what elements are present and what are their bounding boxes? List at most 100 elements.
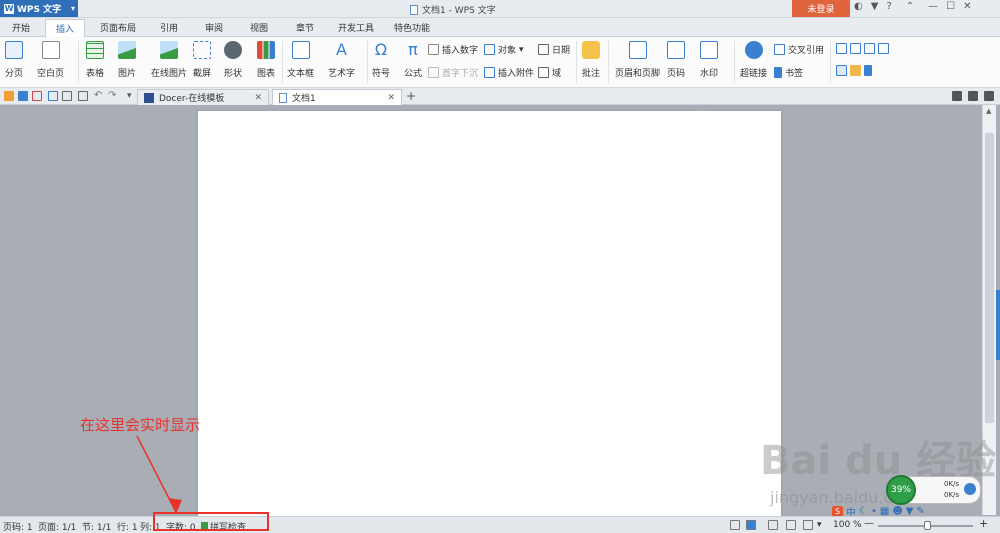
formula-button[interactable]: π 公式 bbox=[404, 41, 422, 80]
page-break-button[interactable]: 分页 bbox=[5, 41, 23, 79]
close-tab-icon[interactable]: ✕ bbox=[387, 93, 395, 103]
close-button[interactable]: ✕ bbox=[963, 1, 971, 12]
tab-menu-icon[interactable] bbox=[968, 91, 978, 101]
tab-document-1[interactable]: 文档1 ✕ bbox=[272, 89, 402, 105]
field-icon bbox=[538, 67, 549, 78]
tab-label: 文档1 bbox=[292, 94, 316, 104]
comment-button[interactable]: 批注 bbox=[582, 41, 600, 79]
full-screen-view-icon[interactable] bbox=[730, 520, 740, 530]
zoom-in-button[interactable]: + bbox=[979, 517, 988, 530]
shirt-icon[interactable]: ▼ bbox=[871, 1, 879, 12]
screenshot-button[interactable]: 截屏 bbox=[193, 41, 211, 79]
object-button[interactable]: 对象 ▾ bbox=[484, 43, 524, 56]
lock-icon[interactable] bbox=[864, 65, 872, 76]
header-footer-icon bbox=[628, 41, 647, 59]
margin-mark bbox=[694, 105, 708, 111]
insert-attachment-button[interactable]: 插入附件 bbox=[484, 66, 534, 79]
customize-toolbar-icon[interactable]: ▾ bbox=[127, 91, 137, 101]
hyperlink-label: 超链接 bbox=[740, 69, 768, 79]
insert-number-button[interactable]: 插入数字 bbox=[428, 43, 478, 56]
undo-icon[interactable]: ↶ bbox=[94, 91, 104, 101]
watermark-button[interactable]: 水印 bbox=[700, 41, 718, 79]
redo-icon[interactable]: ↷ bbox=[108, 91, 118, 101]
text-box-label: 文本框 bbox=[287, 69, 315, 79]
header-footer-button[interactable]: 页眉和页脚 bbox=[615, 41, 660, 79]
scrollbar-thumb[interactable] bbox=[985, 133, 994, 423]
help-icon[interactable]: ? bbox=[886, 1, 891, 12]
bookmark-button[interactable]: 书签 bbox=[774, 66, 803, 79]
side-panel-toggle[interactable] bbox=[996, 290, 1000, 360]
scissors-icon bbox=[193, 41, 211, 59]
maximize-button[interactable]: ☐ bbox=[946, 1, 955, 12]
export-pdf-icon[interactable] bbox=[32, 91, 42, 101]
blank-page-button[interactable]: 空白页 bbox=[37, 41, 64, 79]
skin-icon[interactable]: ◐ bbox=[854, 1, 863, 12]
tab-docer-templates[interactable]: Docer-在线模板 ✕ bbox=[137, 89, 269, 105]
annotation-text: 在这里会实时显示 bbox=[80, 416, 201, 434]
web-view-icon[interactable] bbox=[786, 520, 796, 530]
print-preview-icon[interactable] bbox=[62, 91, 72, 101]
page-view-icon[interactable] bbox=[746, 520, 756, 530]
reading-view-icon[interactable] bbox=[803, 520, 813, 530]
date-button[interactable]: 日期 bbox=[538, 43, 570, 56]
document-page[interactable] bbox=[198, 105, 781, 517]
form-shading-icon[interactable] bbox=[850, 65, 861, 76]
header-footer-label: 页眉和页脚 bbox=[615, 69, 661, 79]
login-button[interactable]: 未登录 bbox=[792, 0, 850, 17]
tab-list-icon[interactable] bbox=[952, 91, 962, 101]
form-frame-icon[interactable] bbox=[836, 65, 847, 76]
tab-developer[interactable]: 开发工具 bbox=[338, 21, 374, 34]
word-art-button[interactable]: A 艺术字 bbox=[328, 41, 355, 80]
text-box-icon bbox=[291, 41, 310, 59]
print-icon[interactable] bbox=[48, 91, 58, 101]
zoom-level[interactable]: 100 % bbox=[833, 520, 862, 530]
tab-view[interactable]: 视图 bbox=[250, 21, 268, 34]
picture-button[interactable]: 图片 bbox=[118, 41, 136, 79]
tab-page-layout[interactable]: 页面布局 bbox=[100, 21, 136, 34]
tab-references[interactable]: 引用 bbox=[160, 21, 178, 34]
symbol-button[interactable]: Ω 符号 bbox=[372, 41, 390, 80]
app-menu-button[interactable]: W WPS 文字 ▾ bbox=[0, 0, 78, 17]
field-button[interactable]: 域 bbox=[538, 66, 561, 79]
tab-features[interactable]: 特色功能 bbox=[394, 21, 430, 34]
network-speed-widget[interactable]: 39% 0K/s 0K/s bbox=[886, 475, 981, 505]
zoom-out-button[interactable]: — bbox=[864, 518, 874, 529]
minimize-ribbon-icon[interactable]: ⌃ bbox=[906, 1, 914, 12]
shape-button[interactable]: 形状 bbox=[224, 41, 242, 79]
save-icon[interactable] bbox=[18, 91, 28, 101]
tab-insert[interactable]: 插入 bbox=[45, 19, 86, 37]
form-dropdown-icon[interactable] bbox=[864, 43, 875, 54]
annotation-highlight-box bbox=[153, 512, 269, 531]
new-tab-icon[interactable]: + bbox=[406, 89, 416, 103]
globe-icon bbox=[744, 41, 763, 59]
page-number-button[interactable]: 页码 bbox=[667, 41, 685, 79]
plus-icon[interactable] bbox=[964, 483, 976, 495]
form-checkbox-icon[interactable] bbox=[850, 43, 861, 54]
chevron-down-icon[interactable]: ▾ bbox=[817, 520, 822, 530]
cross-reference-button[interactable]: 交叉引用 bbox=[774, 43, 824, 56]
text-box-button[interactable]: 文本框 bbox=[287, 41, 314, 79]
app-name: WPS 文字 bbox=[17, 5, 62, 15]
open-icon[interactable] bbox=[4, 91, 14, 101]
form-textbox-icon[interactable] bbox=[836, 43, 847, 54]
close-tab-icon[interactable]: ✕ bbox=[254, 93, 262, 103]
form-image-icon[interactable] bbox=[878, 43, 889, 54]
chart-button[interactable]: 图表 bbox=[257, 41, 275, 79]
find-icon[interactable] bbox=[78, 91, 88, 101]
outline-view-icon[interactable] bbox=[768, 520, 778, 530]
table-button[interactable]: 表格 bbox=[86, 41, 104, 79]
scroll-up-icon[interactable]: ▲ bbox=[986, 107, 991, 115]
zoom-slider-thumb[interactable] bbox=[924, 521, 931, 530]
tab-chapter[interactable]: 章节 bbox=[296, 21, 314, 34]
tab-home[interactable]: 开始 bbox=[12, 21, 30, 34]
page-number-label: 页码 bbox=[667, 69, 686, 79]
tab-review[interactable]: 审阅 bbox=[205, 21, 223, 34]
online-picture-label: 在线图片 bbox=[151, 69, 188, 79]
network-percent: 39% bbox=[886, 475, 916, 505]
tab-close-all-icon[interactable] bbox=[984, 91, 994, 101]
online-picture-button[interactable]: 在线图片 bbox=[151, 41, 187, 79]
margin-mark bbox=[266, 105, 280, 111]
minimize-button[interactable]: — bbox=[928, 1, 938, 12]
drop-cap-button[interactable]: 首字下沉 bbox=[428, 66, 478, 79]
hyperlink-button[interactable]: 超链接 bbox=[740, 41, 767, 79]
